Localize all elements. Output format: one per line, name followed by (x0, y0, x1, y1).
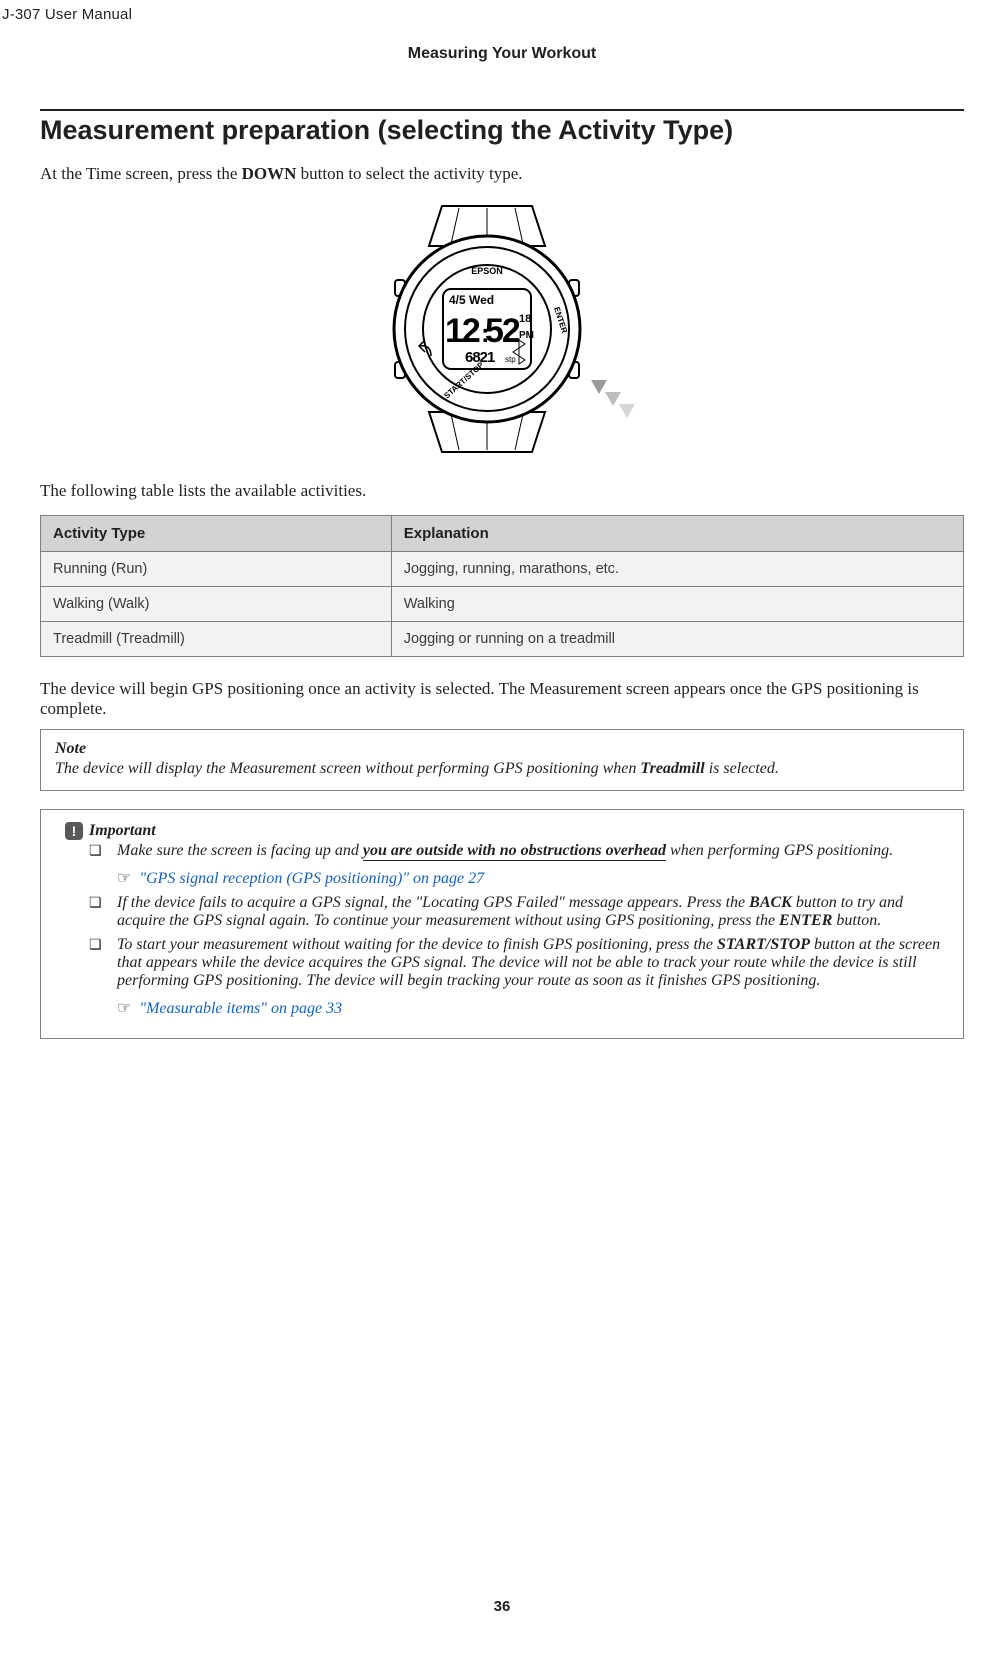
intro-pre: At the Time screen, press the (40, 164, 242, 183)
watch-brand: EPSON (471, 266, 503, 276)
note-box: Note The device will display the Measure… (40, 729, 964, 791)
important-item: Make sure the screen is facing up and yo… (89, 842, 949, 888)
imp1-pre: Make sure the screen is facing up and (117, 842, 363, 859)
intro-post: button to select the activity type. (296, 164, 522, 183)
section-divider (40, 109, 964, 111)
watch-steps: 6821 (465, 349, 495, 366)
note-treadmill: Treadmill (640, 760, 704, 777)
intro-line: At the Time screen, press the DOWN butto… (40, 164, 964, 184)
hand-icon: ☞ (117, 1000, 131, 1017)
table-row: Walking (Walk) Walking (41, 587, 964, 622)
startstop-button-label: START/STOP (717, 936, 810, 953)
imp2-pre: If the device fails to acquire a GPS sig… (117, 894, 749, 911)
important-box: ! Important Make sure the screen is faci… (40, 809, 964, 1039)
hand-icon: ☞ (117, 870, 131, 887)
note-body-pre: The device will display the Measurement … (55, 760, 640, 777)
cell-exp: Jogging or running on a treadmill (391, 622, 963, 657)
important-title: Important (89, 822, 156, 840)
th-explanation: Explanation (391, 516, 963, 552)
table-row: Running (Run) Jogging, running, marathon… (41, 552, 964, 587)
important-item: If the device fails to acquire a GPS sig… (89, 894, 949, 930)
table-intro: The following table lists the available … (40, 481, 964, 501)
imp2-post: button. (832, 912, 881, 929)
enter-button-label: ENTER (779, 912, 832, 929)
imp1-underline: you are outside with no obstructions ove… (363, 842, 666, 861)
page-number: 36 (0, 1598, 1004, 1615)
activity-table: Activity Type Explanation Running (Run) … (40, 515, 964, 657)
cell-type: Running (Run) (41, 552, 392, 587)
watch-ss: 18 (519, 313, 531, 325)
table-row: Treadmill (Treadmill) Jogging or running… (41, 622, 964, 657)
ref-link-gps[interactable]: "GPS signal reception (GPS positioning)"… (139, 870, 484, 887)
section-title: Measurement preparation (selecting the A… (40, 115, 964, 146)
watch-date: 4/5 Wed (449, 293, 494, 307)
imp3-pre: To start your measurement without waitin… (117, 936, 717, 953)
doc-title: J-307 User Manual (2, 6, 964, 23)
important-icon: ! (65, 822, 83, 840)
down-button-label: DOWN (242, 164, 297, 183)
watch-ampm: PM (519, 330, 534, 341)
note-body-post: is selected. (705, 760, 779, 777)
cell-type: Walking (Walk) (41, 587, 392, 622)
cell-exp: Walking (391, 587, 963, 622)
chapter-heading: Measuring Your Workout (40, 45, 964, 63)
cell-exp: Jogging, running, marathons, etc. (391, 552, 963, 587)
imp1-post: when performing GPS positioning. (666, 842, 893, 859)
ref-link-measurable[interactable]: "Measurable items" on page 33 (139, 1000, 342, 1017)
th-activity-type: Activity Type (41, 516, 392, 552)
watch-svg: EPSON ENTER START/STOP 4/5 Wed 12 : 52 1… (347, 194, 657, 464)
cell-type: Treadmill (Treadmill) (41, 622, 392, 657)
watch-mm: 52 (485, 312, 520, 350)
after-table-text: The device will begin GPS positioning on… (40, 679, 964, 719)
watch-hh: 12 (445, 312, 480, 350)
watch-illustration: EPSON ENTER START/STOP 4/5 Wed 12 : 52 1… (40, 194, 964, 469)
back-button-label: BACK (749, 894, 792, 911)
note-body: The device will display the Measurement … (55, 760, 949, 778)
important-item: To start your measurement without waitin… (89, 936, 949, 1018)
note-title: Note (55, 740, 949, 758)
watch-steps-unit: stp (505, 355, 516, 364)
